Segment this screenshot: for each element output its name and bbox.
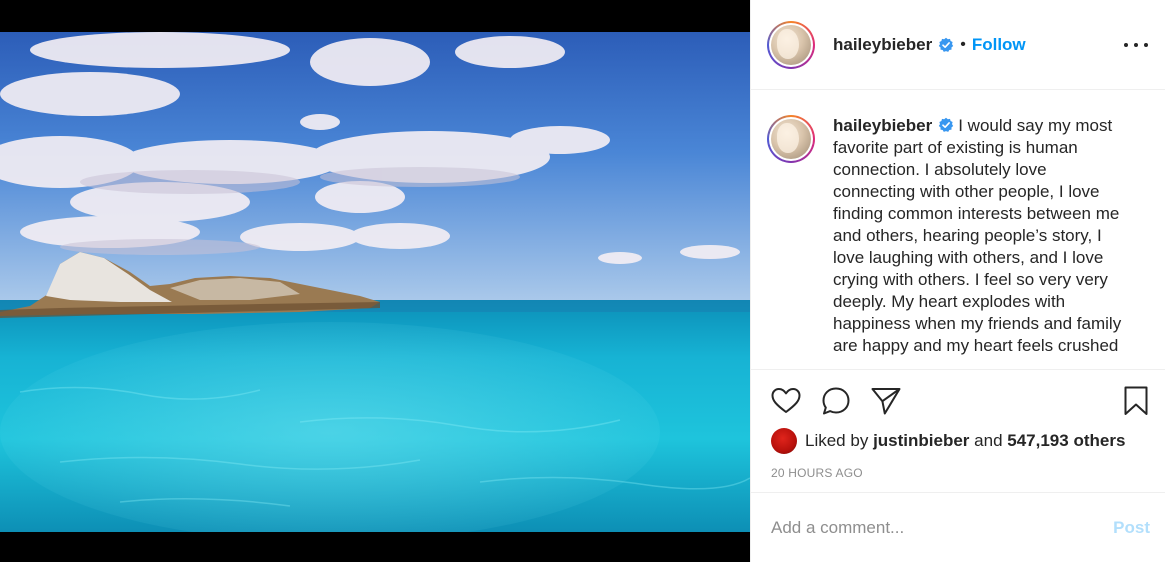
post-media [0, 0, 750, 562]
caption-section: haileybieber I would say my most favorit… [751, 91, 1165, 369]
post-timestamp[interactable]: 20 HOURS AGO [771, 466, 863, 480]
post-actions: Liked by justinbieber and 547,193 others… [751, 369, 1165, 493]
caption-text: haileybieber I would say my most favorit… [833, 115, 1133, 369]
more-options-icon[interactable] [1124, 36, 1148, 54]
likes-count[interactable]: 547,193 others [1007, 431, 1125, 451]
likes-connector: and [974, 431, 1003, 450]
post-sidebar: haileybieber • Follow haileybieber I wou… [750, 0, 1165, 562]
avatar-image [771, 119, 811, 159]
likes-prefix: Liked by [805, 431, 869, 450]
post-comment-button[interactable]: Post [1113, 518, 1150, 538]
post-photo[interactable] [0, 32, 750, 532]
verified-badge-icon [939, 117, 954, 132]
caption-username[interactable]: haileybieber [833, 116, 932, 135]
avatar-frame [769, 22, 813, 67]
header-separator: • [960, 35, 966, 53]
liker-username[interactable]: justinbieber [873, 431, 969, 451]
comment-composer: Post [751, 494, 1165, 562]
share-icon[interactable] [869, 384, 903, 418]
liker-avatar[interactable] [771, 428, 797, 454]
author-username[interactable]: haileybieber [833, 35, 932, 55]
likes-summary: Liked by justinbieber and 547,193 others [771, 428, 1125, 454]
comment-icon[interactable] [819, 384, 853, 418]
comment-input[interactable] [771, 518, 1114, 538]
avatar-frame [769, 117, 813, 161]
caption-author-avatar[interactable] [767, 115, 815, 163]
avatar-image [771, 24, 811, 65]
heart-icon[interactable] [769, 384, 803, 418]
verified-badge-icon [939, 37, 954, 52]
caption-body: I would say my most favorite part of exi… [833, 116, 1122, 355]
follow-button[interactable]: Follow [972, 35, 1026, 55]
post-header: haileybieber • Follow [751, 0, 1165, 90]
author-avatar[interactable] [767, 20, 815, 69]
bookmark-icon[interactable] [1119, 384, 1153, 418]
